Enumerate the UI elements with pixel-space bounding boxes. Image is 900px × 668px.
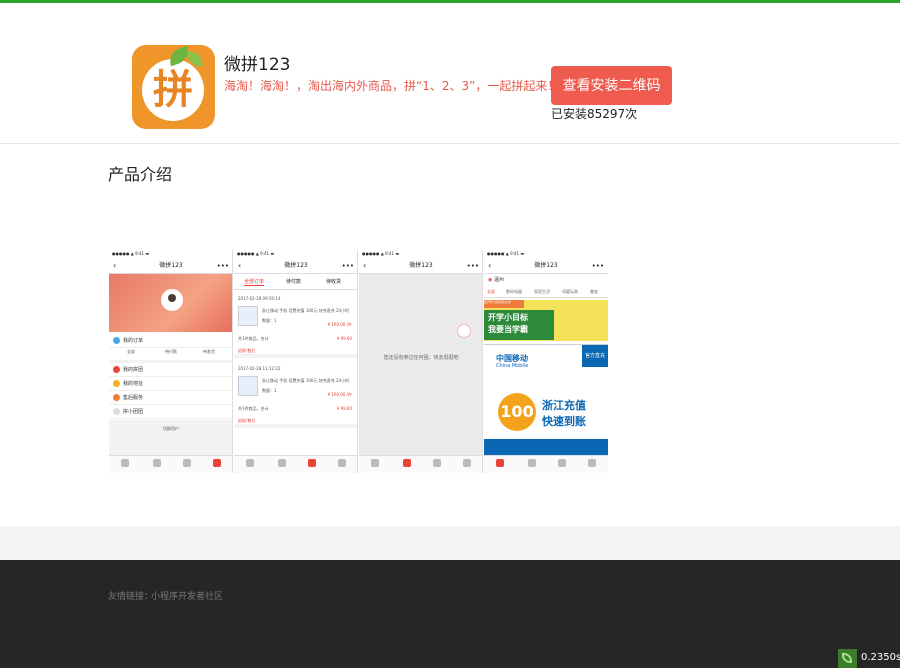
back-icon: ‹ — [488, 261, 492, 270]
more-icon: ••• — [591, 262, 604, 270]
section-title: 产品介绍 — [108, 165, 173, 184]
view-qr-code-button[interactable]: 查看安装二维码 — [551, 66, 672, 105]
app-header: 拼 微拼123 海淘！海淘！，淘出海内外商品，拼“1、2、3”，一起拼起来！ 查… — [0, 3, 900, 144]
avatar — [161, 289, 183, 311]
back-icon: ‹ — [113, 261, 117, 270]
app-name: 微拼123 — [224, 55, 291, 75]
user-badge-icon — [457, 324, 471, 338]
location-icon: ◉ — [488, 277, 493, 283]
list-item: 2017-02-28 11:12:22 浙江移动 手机 话费充值 100元 快充… — [234, 362, 357, 428]
divider-band — [0, 526, 900, 560]
more-icon: ••• — [341, 262, 354, 270]
screenshot-profile: ●●●●● ▲ 9:41 ▬ ‹ 微拼123 ••• 我的订单 全部 待付款 待发货… — [109, 250, 233, 473]
more-icon: ••• — [216, 262, 229, 270]
screenshot-orders: ●●●●● ▲ 9:41 ▬ ‹ 微拼123 ••• 全部订单 待付款 待收货 20… — [234, 250, 358, 473]
more-icon: ••• — [466, 262, 479, 270]
screenshot-empty-groups: ●●●●● ▲ 9:41 ▬ ‹ 微拼123 ••• 您还没有参过任何团，快去逛逛吧 — [359, 250, 483, 473]
app-description: 海淘！海淘！，淘出海内外商品，拼“1、2、3”，一起拼起来！ — [224, 79, 560, 93]
install-count: 已安装85297次 — [551, 107, 638, 121]
tab-bar — [484, 455, 608, 473]
back-icon: ‹ — [238, 261, 242, 270]
leaf-logo-icon — [838, 649, 857, 668]
promo-banner: 拉开学习目标新主张 开学小目标 我要当学霸 — [484, 300, 608, 341]
product-screenshots: ●●●●● ▲ 9:41 ▬ ‹ 微拼123 ••• 我的订单 全部 待付款 待发货… — [109, 250, 609, 473]
timer-value: 0.2350s — [861, 652, 900, 663]
back-icon: ‹ — [363, 261, 367, 270]
list-item: 我的订单 — [109, 334, 232, 348]
screenshot-home: ●●●●● ▲ 9:41 ▬ ‹ 微拼123 ••• ◉ 温州 全部 数码电器 家居… — [484, 250, 608, 473]
list-item: 我的地址 — [109, 377, 232, 391]
tab-bar — [234, 455, 357, 473]
list-item: 拼小团团 — [109, 405, 232, 419]
tab-bar — [359, 455, 482, 473]
friend-links-label: 友情链接： — [108, 592, 154, 602]
list-item: 售后服务 — [109, 391, 232, 405]
app-icon-glyph: 拼 — [153, 67, 193, 113]
footer: 友情链接： 小程序开发者社区 — [0, 560, 900, 668]
order-tabs: 全部订单 待付款 待收货 — [234, 274, 357, 290]
recharge-banner: 中国移动 China Mobile 官方直充 100 浙江充值 快速到账 — [484, 344, 608, 456]
list-item: 我的拼团 — [109, 363, 232, 377]
list-item: 2017-02-28 09:50:14 浙江移动 手机 话费充值 100元 快充… — [234, 292, 357, 358]
app-icon: 拼 — [132, 45, 215, 129]
tab-bar — [109, 455, 232, 473]
friend-link[interactable]: 小程序开发者社区 — [151, 589, 223, 602]
